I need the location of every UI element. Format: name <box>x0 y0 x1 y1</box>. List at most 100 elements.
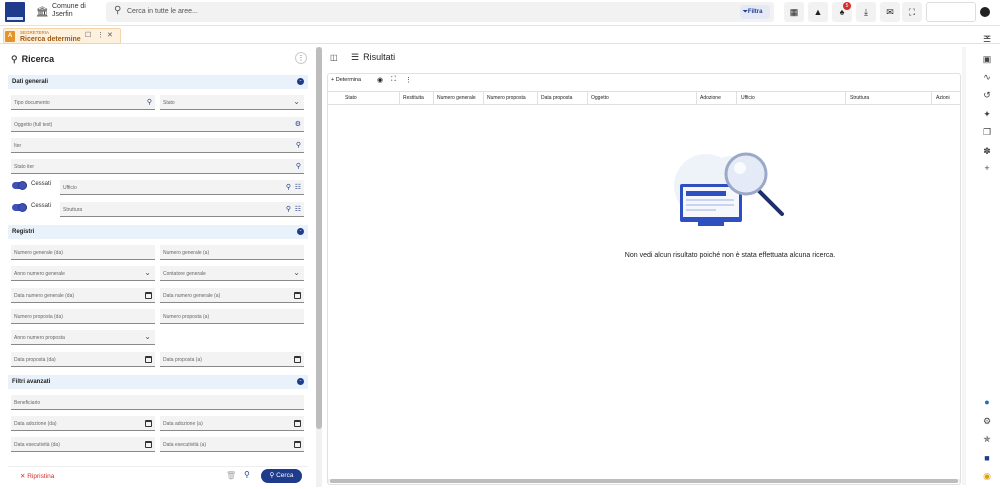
collapse-icon[interactable]: - <box>297 78 304 85</box>
user-selector[interactable] <box>926 2 976 22</box>
notifications-button[interactable]: ♠ 5 <box>832 2 852 22</box>
eye-icon[interactable]: ◉ <box>377 76 383 84</box>
search-button[interactable]: ⚲ Cerca <box>261 469 302 483</box>
search-icon[interactable]: ⚲ <box>147 98 152 106</box>
collapse-icon[interactable]: - <box>297 228 304 235</box>
fullscreen-button[interactable]: ⛶ <box>902 2 922 22</box>
gear-icon[interactable]: ⚙ <box>980 416 994 427</box>
more-vertical-icon[interactable]: ⋮ <box>405 76 412 84</box>
chevron-down-icon: ⌄ <box>144 332 151 341</box>
accessibility-icon[interactable]: ✯ <box>980 434 994 445</box>
section-dati-generali[interactable]: Dati generali - <box>8 75 308 89</box>
section-registri[interactable]: Registri - <box>8 225 308 239</box>
book-icon[interactable]: ▣ <box>980 54 994 65</box>
results-vertical-scrollbar[interactable] <box>962 47 966 485</box>
beneficiario-field[interactable]: Beneficiario <box>11 395 304 410</box>
pin-icon[interactable]: ✦ <box>980 109 994 120</box>
calendar-icon[interactable] <box>294 441 301 448</box>
global-search-input[interactable]: ⚲ Cerca in tutte le aree... ⏷Filtra <box>106 2 774 22</box>
bookmark-icon[interactable]: ☐ <box>85 31 91 39</box>
data-proposta-a-field[interactable]: Data proposta (a) <box>160 352 304 367</box>
add-determina-button[interactable]: + Determina <box>331 77 361 83</box>
data-numero-generale-a-field[interactable]: Data numero generale (a) <box>160 288 304 303</box>
calendar-icon[interactable] <box>294 420 301 427</box>
struttura-field[interactable]: Struttura ⚲ ☷ <box>60 202 304 217</box>
add-icon[interactable]: + <box>980 163 994 173</box>
calendar-icon[interactable] <box>145 292 152 299</box>
numero-generale-a-field[interactable]: Numero generale (a) <box>160 245 304 260</box>
collapse-icon[interactable]: - <box>297 378 304 385</box>
trash-icon[interactable]: 🗑 <box>226 471 236 480</box>
trend-icon[interactable]: ∿ <box>980 72 994 83</box>
numero-proposta-da-field[interactable]: Numero proposta (da) <box>11 309 155 324</box>
column-header[interactable]: Ufficio <box>741 95 755 101</box>
stato-iter-field[interactable]: Stato iter ⚲ <box>11 159 304 174</box>
search-icon[interactable]: ⚲ <box>286 205 291 213</box>
contatore-generale-select[interactable]: Contatore generale ⌄ <box>160 266 304 281</box>
gear-icon[interactable]: ⚙ <box>295 120 301 128</box>
search-icon[interactable]: ⚲ <box>296 141 301 149</box>
history-icon[interactable]: ↺ <box>980 90 994 101</box>
download-button[interactable]: ⤓ <box>856 2 876 22</box>
hub-icon[interactable]: ✽ <box>980 146 994 157</box>
reset-button[interactable]: ✕ Ripristina <box>20 472 54 480</box>
calendar-icon[interactable] <box>294 292 301 299</box>
cessati-ufficio-toggle[interactable] <box>12 181 27 190</box>
list-details-icon[interactable]: ☰ <box>980 34 994 45</box>
column-header[interactable]: Numero proposta <box>487 95 526 101</box>
numero-proposta-a-field[interactable]: Numero proposta (a) <box>160 309 304 324</box>
cessati-struttura-toggle[interactable] <box>12 203 27 212</box>
search-icon[interactable]: ⚲ <box>286 183 291 191</box>
data-esecutivita-a-field[interactable]: Data esecutività (a) <box>160 437 304 452</box>
data-esecutivita-da-field[interactable]: Data esecutività (da) <box>11 437 155 452</box>
column-header[interactable]: Azioni <box>936 95 950 101</box>
zoom-icon[interactable]: ⚲ <box>244 470 250 479</box>
more-options-button[interactable]: ⋮ <box>295 52 307 64</box>
data-adozione-a-field[interactable]: Data adozione (a) <box>160 416 304 431</box>
calendar-icon[interactable] <box>145 441 152 448</box>
data-proposta-da-field[interactable]: Data proposta (da) <box>11 352 155 367</box>
column-header[interactable]: Stato <box>345 95 357 101</box>
column-header[interactable]: Restituita <box>403 95 424 101</box>
tree-icon[interactable]: ☷ <box>295 205 301 213</box>
data-numero-generale-da-field[interactable]: Data numero generale (da) <box>11 288 155 303</box>
close-icon[interactable]: ✕ <box>107 31 113 39</box>
results-horizontal-scrollbar-thumb[interactable] <box>330 479 958 483</box>
calendar-icon[interactable] <box>145 356 152 363</box>
anno-numero-proposta-select[interactable]: Anno numero proposta ⌄ <box>11 330 155 345</box>
apps-grid-button[interactable]: ▦ <box>784 2 804 22</box>
search-icon[interactable]: ⚲ <box>296 162 301 170</box>
stato-select[interactable]: Stato ⌄ <box>160 95 304 110</box>
search-panel-title: ⚲ Ricerca <box>11 54 55 64</box>
iter-field[interactable]: Iter ⚲ <box>11 138 304 153</box>
warning-icon: ▲ <box>813 7 823 17</box>
numero-generale-da-field[interactable]: Numero generale (da) <box>11 245 155 260</box>
data-adozione-da-field[interactable]: Data adozione (da) <box>11 416 155 431</box>
app-logo[interactable] <box>5 2 25 22</box>
filter-button[interactable]: ⏷Filtra <box>740 5 770 19</box>
sidebar-toggle-icon[interactable]: ◫ <box>330 53 338 62</box>
user-avatar-icon[interactable] <box>980 7 990 17</box>
expand-icon[interactable]: ⛶ <box>391 76 396 84</box>
copy-icon[interactable]: ❐ <box>980 127 994 138</box>
tipo-documento-field[interactable]: Tipo documento ⚲ <box>11 95 155 110</box>
column-header[interactable]: Numero generale <box>437 95 476 101</box>
section-filtri-avanzati[interactable]: Filtri avanzati - <box>8 375 308 389</box>
location-icon[interactable]: ● <box>980 397 994 407</box>
oggetto-field[interactable]: Oggetto (full text) ⚙ <box>11 117 304 132</box>
mail-button[interactable]: ✉ <box>880 2 900 22</box>
calendar-icon[interactable] <box>145 420 152 427</box>
column-header[interactable]: Data proposta <box>541 95 572 101</box>
left-panel-scrollbar-thumb[interactable] <box>316 47 322 429</box>
chat-icon[interactable]: ■ <box>980 453 994 463</box>
column-header[interactable]: Adozione <box>700 95 721 101</box>
calendar-icon[interactable] <box>294 356 301 363</box>
tab-more-icon[interactable]: ⋮ <box>97 31 104 39</box>
tree-icon[interactable]: ☷ <box>295 183 301 191</box>
column-header[interactable]: Oggetto <box>591 95 609 101</box>
ufficio-field[interactable]: Ufficio ⚲ ☷ <box>60 180 304 195</box>
help-icon[interactable]: ◉ <box>980 471 994 482</box>
column-header[interactable]: Struttura <box>850 95 869 101</box>
anno-numero-generale-select[interactable]: Anno numero generale ⌄ <box>11 266 155 281</box>
warning-button[interactable]: ▲ <box>808 2 828 22</box>
